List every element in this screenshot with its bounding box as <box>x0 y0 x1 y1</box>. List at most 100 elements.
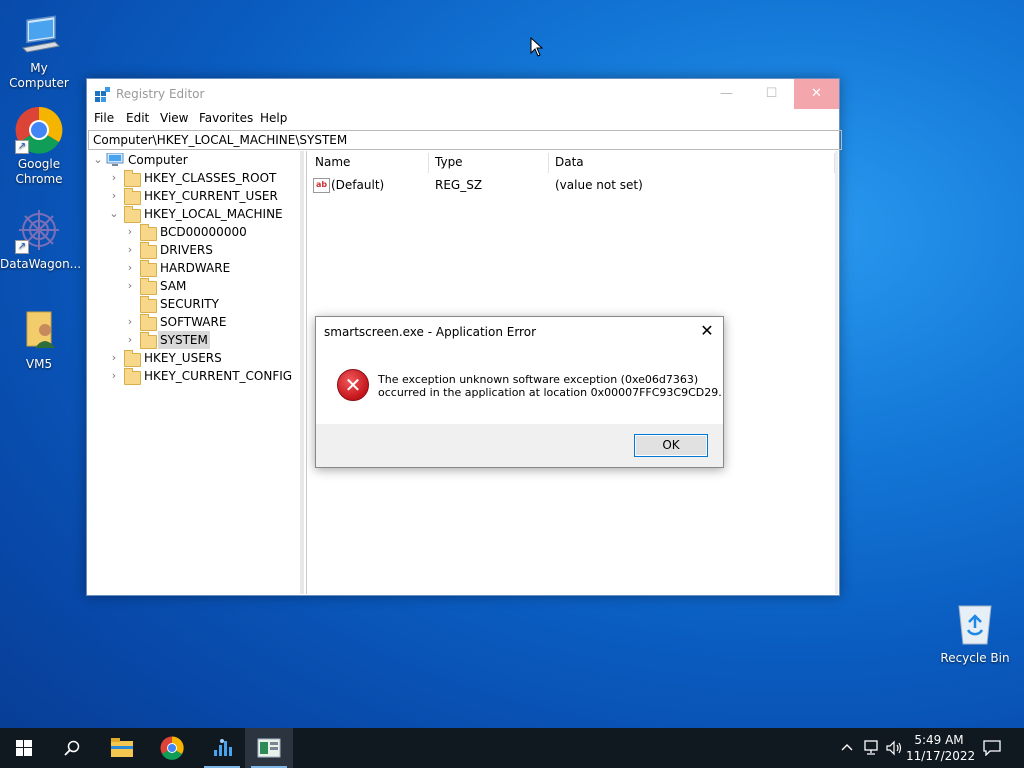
column-divider[interactable] <box>548 153 549 173</box>
tree-item-label: Computer <box>128 153 188 167</box>
start-icon <box>16 740 32 756</box>
menu-file[interactable]: File <box>94 111 114 125</box>
folder-icon <box>140 260 157 277</box>
folder-icon <box>140 278 157 295</box>
volume-button[interactable] <box>884 728 904 768</box>
dialog-footer: OK <box>316 424 723 467</box>
maximize-button[interactable]: ☐ <box>749 79 794 109</box>
minimize-button[interactable]: — <box>704 79 749 109</box>
taskbar-chrome[interactable] <box>148 728 196 768</box>
desktop-icon-datawagon[interactable]: ↗ DataWagon... <box>0 206 81 272</box>
error-message-line: occurred in the application at location … <box>378 386 722 399</box>
search-icon <box>64 740 80 756</box>
menu-edit[interactable]: Edit <box>126 111 149 125</box>
column-header-name[interactable]: Name <box>315 155 350 169</box>
chevron-right-icon[interactable]: › <box>124 331 136 349</box>
tree-item-label: SECURITY <box>160 297 219 311</box>
tree-item-label: HKEY_CURRENT_CONFIG <box>144 369 293 383</box>
folder-icon <box>140 314 157 331</box>
chevron-right-icon[interactable]: › <box>108 169 120 187</box>
ok-button[interactable]: OK <box>634 434 708 457</box>
desktop-icon-label: Recycle Bin <box>940 651 1010 665</box>
chevron-right-icon[interactable]: › <box>124 313 136 331</box>
desktop-icon-label: My Computer <box>9 61 69 90</box>
tree-item-label: DRIVERS <box>160 243 213 257</box>
taskbar-clock[interactable]: 5:49 AM 11/17/2022 <box>906 732 976 764</box>
taskbar-datawagon[interactable] <box>198 728 246 768</box>
show-hidden-icons-button[interactable] <box>838 728 856 768</box>
menu-view[interactable]: View <box>160 111 188 125</box>
chrome-icon <box>160 736 184 760</box>
window-title: Registry Editor <box>116 87 205 101</box>
registry-tree[interactable]: ⌄ Computer › HKEY_CLASSES_ROOT › HKEY_CU… <box>88 151 304 594</box>
taskbar-file-explorer[interactable] <box>98 728 146 768</box>
chevron-right-icon[interactable]: › <box>124 223 136 241</box>
tree-item-label: SOFTWARE <box>160 315 227 329</box>
chevron-right-icon[interactable]: › <box>108 349 120 367</box>
value-type: REG_SZ <box>435 178 483 192</box>
computer-icon <box>106 153 124 166</box>
desktop-icon-vm5[interactable]: VM5 <box>0 306 78 372</box>
tree-item-label: BCD00000000 <box>160 225 247 239</box>
address-bar[interactable]: Computer\HKEY_LOCAL_MACHINE\SYSTEM <box>88 130 842 150</box>
chevron-down-icon[interactable]: ⌄ <box>108 205 120 223</box>
computer-icon <box>15 10 63 58</box>
chevron-right-icon[interactable]: › <box>108 187 120 205</box>
dialog-close-button[interactable]: ✕ <box>696 320 718 342</box>
chevron-right-icon[interactable]: › <box>124 277 136 295</box>
error-icon: ✕ <box>337 369 369 401</box>
recycle-bin-icon <box>951 600 999 648</box>
volume-icon <box>886 740 902 756</box>
tree-item-label-selected: SYSTEM <box>158 331 210 349</box>
column-header-data[interactable]: Data <box>555 155 584 169</box>
close-button[interactable]: ✕ <box>794 79 839 109</box>
taskbar: 5:49 AM 11/17/2022 <box>0 728 1024 768</box>
chevron-right-icon[interactable]: › <box>124 241 136 259</box>
string-value-icon: ab <box>313 178 330 193</box>
registry-editor-icon <box>95 87 110 102</box>
menu-favorites[interactable]: Favorites <box>199 111 253 125</box>
application-error-dialog[interactable]: smartscreen.exe - Application Error ✕ ✕ … <box>315 316 724 468</box>
column-divider[interactable] <box>428 153 429 173</box>
menu-help[interactable]: Help <box>260 111 287 125</box>
folder-icon <box>124 170 141 187</box>
user-folder-icon <box>15 306 63 354</box>
taskbar-registry-editor[interactable] <box>245 728 293 768</box>
action-center-button[interactable] <box>980 728 1004 768</box>
folder-icon <box>140 224 157 241</box>
error-message-line: The exception unknown software exception… <box>378 373 699 386</box>
column-header-type[interactable]: Type <box>435 155 463 169</box>
desktop-icon-google-chrome[interactable]: ↗ Google Chrome <box>0 106 78 187</box>
error-message: The exception unknown software exception… <box>378 373 722 399</box>
notification-icon <box>983 740 1001 756</box>
desktop-icon-recycle-bin[interactable]: Recycle Bin <box>936 600 1014 666</box>
clock-date: 11/17/2022 <box>906 749 976 763</box>
menu-bar: File Edit View Favorites Help <box>87 109 839 129</box>
folder-icon <box>140 296 157 313</box>
mouse-cursor-icon <box>530 37 544 57</box>
scrollbar[interactable] <box>835 151 838 594</box>
chevron-down-icon[interactable]: ⌄ <box>92 151 104 169</box>
folder-icon <box>140 332 157 349</box>
start-button[interactable] <box>0 728 48 768</box>
tree-item-label: HKEY_CLASSES_ROOT <box>144 171 277 185</box>
chevron-right-icon[interactable]: › <box>124 259 136 277</box>
value-data: (value not set) <box>555 178 643 192</box>
shortcut-arrow-icon: ↗ <box>15 240 29 254</box>
folder-icon <box>124 188 141 205</box>
registry-editor-icon <box>257 738 281 758</box>
title-bar[interactable]: Registry Editor — ☐ ✕ <box>87 79 839 109</box>
network-button[interactable] <box>862 728 882 768</box>
folder-icon <box>140 242 157 259</box>
file-explorer-icon <box>111 738 133 757</box>
search-button[interactable] <box>48 728 96 768</box>
folder-icon <box>124 368 141 385</box>
datawagon-icon: ↗ <box>15 206 63 254</box>
desktop-icon-label: Google Chrome <box>15 157 63 186</box>
desktop-icon-my-computer[interactable]: My Computer <box>0 10 78 91</box>
chevron-right-icon[interactable]: › <box>108 367 120 385</box>
tree-item-label: HKEY_LOCAL_MACHINE <box>144 207 283 221</box>
chrome-icon: ↗ <box>15 106 63 154</box>
value-name: (Default) <box>331 178 385 192</box>
tree-item-label: HARDWARE <box>160 261 231 275</box>
